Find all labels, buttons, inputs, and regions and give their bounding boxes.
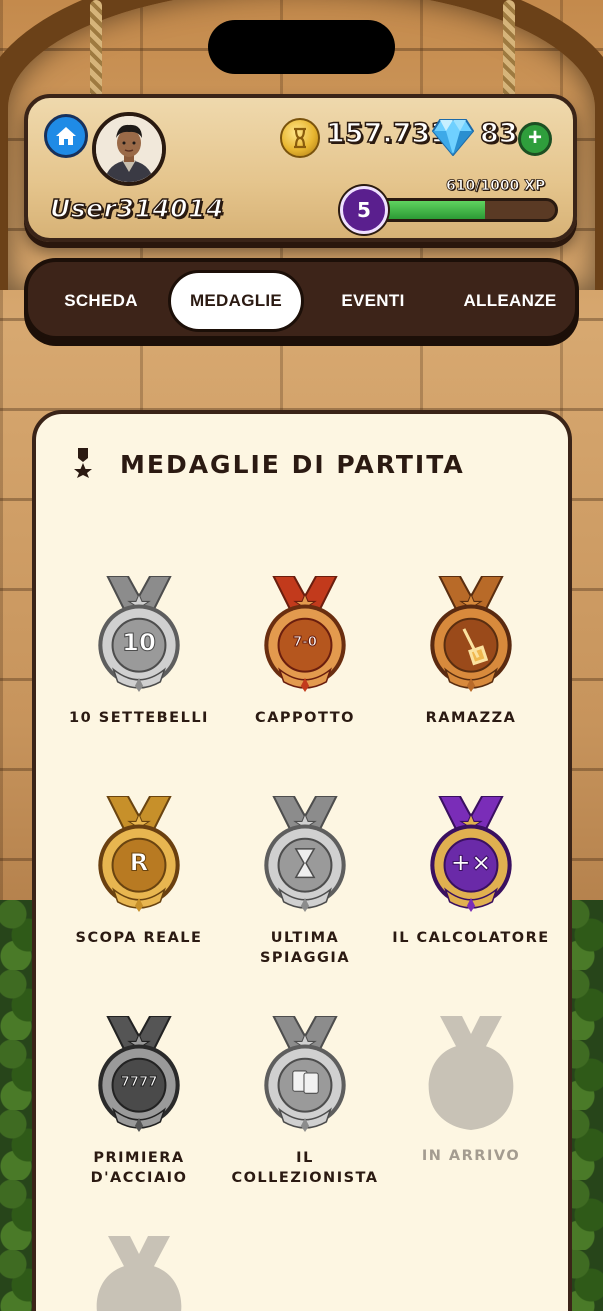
add-gems-button[interactable]: + [518,122,552,156]
medal-label: 10 SETTEBELLI [69,710,209,726]
medal-label: IL COLLEZIONISTA [231,1150,379,1186]
medal-badge-icon: 7-0 [225,576,385,694]
medal-label: RAMAZZA [425,710,517,726]
tab-eventi[interactable]: EVENTI [308,270,438,332]
medal-label: PRIMIERA D'ACCIAIO [90,1150,188,1186]
medal-badge-icon: +× [391,796,551,914]
xp-progress-text: 610/1000 XP [446,178,546,195]
tab-scheda[interactable]: SCHEDA [38,270,164,332]
medal-badge-icon: R [59,796,219,914]
medal-item[interactable]: ULTIMA SPIAGGIA [225,796,385,968]
medals-card: MEDAGLIE DI PARTITA 10 10 SETTEBELLI 7-0… [32,410,572,1311]
avatar-portrait-icon [96,116,162,182]
section-title: MEDAGLIE DI PARTITA [120,450,465,479]
medal-badge-icon: 10 [59,576,219,694]
medal-badge-icon [225,796,385,914]
home-button[interactable] [44,114,88,158]
gem-balance: 83 [479,117,518,150]
username: User314014 [49,193,224,224]
medal-item[interactable]: R SCOPA REALE [59,796,219,948]
medal-label: SCOPA REALE [75,930,203,946]
locked-medal-icon [59,1236,219,1311]
medal-locked[interactable]: IN ARRIVO [391,1016,551,1166]
locked-medal-icon [391,1016,551,1132]
svg-text:7-0: 7-0 [293,635,317,650]
rope-left [90,0,102,100]
home-icon [56,127,76,145]
svg-text:10: 10 [122,627,156,656]
medal-label: IN ARRIVO [421,1148,521,1164]
xp-progress-fill [375,201,485,219]
medal-label: CAPPOTTO [255,710,355,726]
xp-progress-bar [372,198,558,222]
medal-label: IL CALCOLATORE [392,930,550,946]
svg-text:R: R [130,847,149,876]
medal-badge-icon [225,1016,385,1134]
avatar[interactable] [92,112,166,186]
medal-item[interactable]: +× IL CALCOLATORE [391,796,551,948]
medal-label: ULTIMA SPIAGGIA [259,930,351,966]
level-badge: 5 [340,186,388,234]
svg-text:+×: +× [451,847,492,876]
medal-item[interactable]: 7777 PRIMIERA D'ACCIAIO [59,1016,219,1188]
tab-alleanze[interactable]: ALLEANZE [442,270,578,332]
medal-badge-icon: 7777 [59,1016,219,1134]
medal-item[interactable]: 10 10 SETTEBELLI [59,576,219,728]
coin-icon [280,118,320,158]
coin-balance: 157.731 [325,117,449,150]
device-notch [208,20,395,74]
medal-item[interactable]: IL COLLEZIONISTA [225,1016,385,1188]
diamond-icon [432,119,474,156]
profile-header: User314014 157.731 83 + 610/1000 XP 5 [24,94,577,242]
medal-locked[interactable] [59,1236,219,1311]
rope-right [503,0,515,100]
medal-ribbon-icon [74,448,92,478]
medal-item[interactable]: RAMAZZA [391,576,551,728]
tab-medaglie[interactable]: MEDAGLIE [168,270,304,332]
medal-badge-icon [391,576,551,694]
tab-bar: SCHEDA MEDAGLIE EVENTI ALLEANZE [24,258,579,340]
medal-item[interactable]: 7-0 CAPPOTTO [225,576,385,728]
svg-text:7777: 7777 [121,1075,158,1090]
